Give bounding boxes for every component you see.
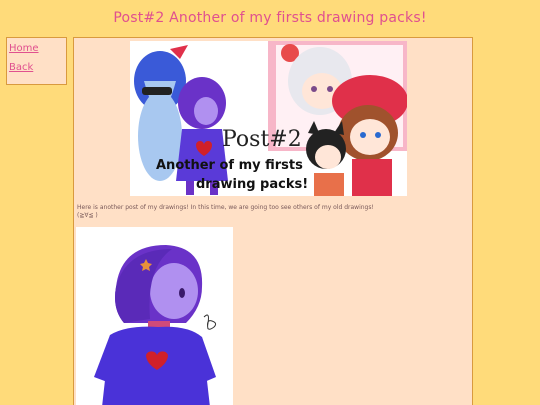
banner-subtitle-line2: drawing packs! — [196, 177, 308, 192]
post-banner-image: Post#2 Another of my firsts drawing pack… — [130, 41, 407, 196]
home-link[interactable]: Home — [9, 43, 66, 54]
banner-subtitle-line1: Another of my firsts — [156, 158, 303, 173]
post-body-emote: (≧∀≦ ) — [77, 212, 98, 219]
post-body-paragraph: Here is another post of my drawings! In … — [77, 204, 374, 211]
nav-panel: Home Back — [6, 37, 67, 85]
back-link[interactable]: Back — [9, 62, 66, 73]
banner-title-text: Post#2 — [222, 127, 302, 152]
post-drawing-image — [76, 227, 233, 405]
post-body-text: Here is another post of my drawings! In … — [77, 204, 469, 220]
post-content: Post#2 Another of my firsts drawing pack… — [73, 37, 473, 405]
page-title: Post#2 Another of my firsts drawing pack… — [113, 10, 427, 26]
page: Post#2 Another of my firsts drawing pack… — [0, 0, 540, 405]
